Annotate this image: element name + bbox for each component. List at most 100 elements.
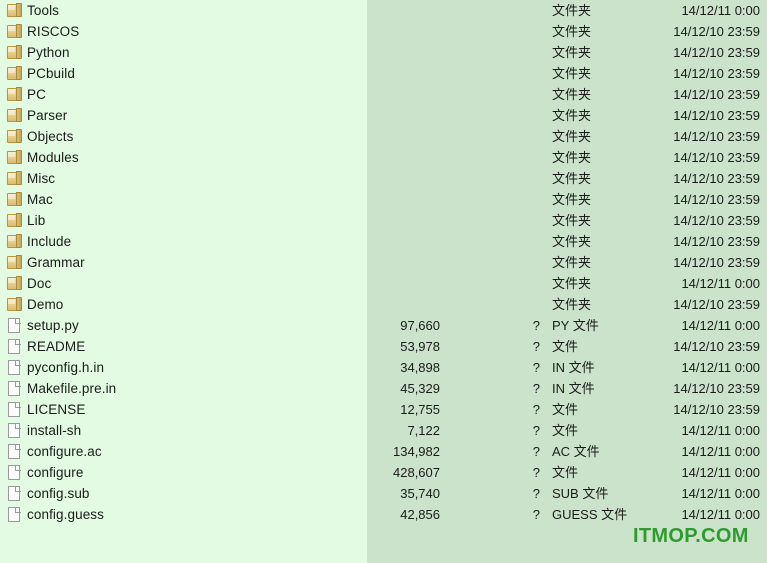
unknown-flag-cell: ? bbox=[532, 339, 540, 354]
table-row[interactable]: Objects 文件夹 14/12/10 23:59 bbox=[0, 126, 767, 147]
file-name-cell: LICENSE bbox=[27, 402, 86, 417]
file-type-cell: 文件夹 bbox=[552, 255, 592, 270]
file-icon bbox=[7, 402, 23, 417]
table-row[interactable]: PCbuild 文件夹 14/12/10 23:59 bbox=[0, 63, 767, 84]
file-type-cell: 文件夹 bbox=[552, 108, 592, 123]
file-date-cell: 14/12/10 23:59 bbox=[673, 45, 760, 60]
file-date-cell: 14/12/10 23:59 bbox=[673, 234, 760, 249]
file-name-cell: configure bbox=[27, 465, 84, 480]
file-size-cell: 7,122 bbox=[407, 423, 440, 438]
table-row[interactable]: config.guess 42,856? GUESS 文件 14/12/11 0:00 bbox=[0, 504, 767, 525]
file-type-cell: 文件夹 bbox=[552, 192, 592, 207]
table-row[interactable]: pyconfig.h.in 34,898? IN 文件 14/12/11 0:00 bbox=[0, 357, 767, 378]
file-name-cell: Objects bbox=[27, 129, 74, 144]
file-name-cell: Misc bbox=[27, 171, 56, 186]
unknown-flag-cell: ? bbox=[532, 360, 540, 375]
file-icon bbox=[7, 507, 23, 522]
table-row[interactable]: README 53,978? 文件 14/12/10 23:59 bbox=[0, 336, 767, 357]
file-size-cell: 45,329 bbox=[400, 381, 440, 396]
folder-icon bbox=[7, 171, 23, 186]
table-row[interactable]: Misc 文件夹 14/12/10 23:59 bbox=[0, 168, 767, 189]
file-name-cell: Mac bbox=[27, 192, 53, 207]
file-name-cell: README bbox=[27, 339, 86, 354]
table-row[interactable]: Doc 文件夹 14/12/11 0:00 bbox=[0, 273, 767, 294]
file-list-pane[interactable]: Tools 文件夹 14/12/11 0:00 RISCOS 文件夹 14/12/10 2… bbox=[0, 0, 767, 563]
folder-icon bbox=[7, 66, 23, 81]
file-icon bbox=[7, 381, 23, 396]
file-size-cell: 12,755 bbox=[400, 402, 440, 417]
file-type-cell: 文件 bbox=[552, 423, 579, 438]
watermark: ITMOP.COM bbox=[633, 525, 749, 547]
file-date-cell: 14/12/10 23:59 bbox=[673, 381, 760, 396]
table-row[interactable]: install-sh 7,122? 文件 14/12/11 0:00 bbox=[0, 420, 767, 441]
file-type-cell: IN 文件 bbox=[552, 360, 595, 375]
file-date-cell: 14/12/10 23:59 bbox=[673, 402, 760, 417]
table-row[interactable]: RISCOS 文件夹 14/12/10 23:59 bbox=[0, 21, 767, 42]
table-row[interactable]: Tools 文件夹 14/12/11 0:00 bbox=[0, 0, 767, 21]
file-type-cell: AC 文件 bbox=[552, 444, 600, 459]
file-type-cell: 文件夹 bbox=[552, 213, 592, 228]
folder-icon bbox=[7, 87, 23, 102]
table-row[interactable]: configure.ac 134,982? AC 文件 14/12/11 0:00 bbox=[0, 441, 767, 462]
file-icon bbox=[7, 444, 23, 459]
file-size-cell: 42,856 bbox=[400, 507, 440, 522]
file-date-cell: 14/12/10 23:59 bbox=[673, 87, 760, 102]
table-row[interactable]: Lib 文件夹 14/12/10 23:59 bbox=[0, 210, 767, 231]
table-row[interactable]: Makefile.pre.in 45,329? IN 文件 14/12/10 23:5… bbox=[0, 378, 767, 399]
file-name-cell: RISCOS bbox=[27, 24, 80, 39]
file-date-cell: 14/12/11 0:00 bbox=[681, 465, 760, 480]
file-size-cell: 35,740 bbox=[400, 486, 440, 501]
table-row[interactable]: Modules 文件夹 14/12/10 23:59 bbox=[0, 147, 767, 168]
table-row[interactable]: Demo 文件夹 14/12/10 23:59 bbox=[0, 294, 767, 315]
file-size-cell: 134,982 bbox=[393, 444, 440, 459]
table-row[interactable]: setup.py 97,660? PY 文件 14/12/11 0:00 bbox=[0, 315, 767, 336]
table-row[interactable]: Grammar 文件夹 14/12/10 23:59 bbox=[0, 252, 767, 273]
file-name-cell: Include bbox=[27, 234, 72, 249]
file-size-cell: 53,978 bbox=[400, 339, 440, 354]
unknown-flag-cell: ? bbox=[532, 402, 540, 417]
file-type-cell: 文件夹 bbox=[552, 24, 592, 39]
file-date-cell: 14/12/10 23:59 bbox=[673, 339, 760, 354]
file-size-cell: 34,898 bbox=[400, 360, 440, 375]
file-date-cell: 14/12/11 0:00 bbox=[681, 318, 760, 333]
table-row[interactable]: Python 文件夹 14/12/10 23:59 bbox=[0, 42, 767, 63]
table-row[interactable]: config.sub 35,740? SUB 文件 14/12/11 0:00 bbox=[0, 483, 767, 504]
file-name-cell: Modules bbox=[27, 150, 79, 165]
folder-icon bbox=[7, 276, 23, 291]
file-date-cell: 14/12/11 0:00 bbox=[681, 486, 760, 501]
file-type-cell: 文件夹 bbox=[552, 171, 592, 186]
file-type-cell: 文件夹 bbox=[552, 3, 592, 18]
table-row[interactable]: Mac 文件夹 14/12/10 23:59 bbox=[0, 189, 767, 210]
file-date-cell: 14/12/10 23:59 bbox=[673, 108, 760, 123]
file-list-rows[interactable]: Tools 文件夹 14/12/11 0:00 RISCOS 文件夹 14/12/10 2… bbox=[0, 0, 767, 563]
table-row[interactable]: LICENSE 12,755? 文件 14/12/10 23:59 bbox=[0, 399, 767, 420]
table-row[interactable]: Include 文件夹 14/12/10 23:59 bbox=[0, 231, 767, 252]
table-row[interactable]: PC 文件夹 14/12/10 23:59 bbox=[0, 84, 767, 105]
file-icon bbox=[7, 486, 23, 501]
file-icon bbox=[7, 360, 23, 375]
file-name-cell: Parser bbox=[27, 108, 68, 123]
unknown-flag-cell: ? bbox=[532, 381, 540, 396]
file-name-cell: Tools bbox=[27, 3, 60, 18]
file-date-cell: 14/12/11 0:00 bbox=[681, 507, 760, 522]
file-date-cell: 14/12/11 0:00 bbox=[681, 423, 760, 438]
file-date-cell: 14/12/11 0:00 bbox=[681, 444, 760, 459]
unknown-flag-cell: ? bbox=[532, 423, 540, 438]
table-row[interactable]: Parser 文件夹 14/12/10 23:59 bbox=[0, 105, 767, 126]
file-icon bbox=[7, 423, 23, 438]
file-date-cell: 14/12/10 23:59 bbox=[673, 129, 760, 144]
table-row[interactable]: configure 428,607? 文件 14/12/11 0:00 bbox=[0, 462, 767, 483]
folder-icon bbox=[7, 213, 23, 228]
file-icon bbox=[7, 339, 23, 354]
file-date-cell: 14/12/11 0:00 bbox=[681, 360, 760, 375]
file-name-cell: PCbuild bbox=[27, 66, 75, 81]
folder-icon bbox=[7, 45, 23, 60]
unknown-flag-cell: ? bbox=[532, 444, 540, 459]
folder-icon bbox=[7, 255, 23, 270]
file-name-cell: install-sh bbox=[27, 423, 82, 438]
folder-icon bbox=[7, 192, 23, 207]
file-size-cell: 97,660 bbox=[400, 318, 440, 333]
file-type-cell: 文件夹 bbox=[552, 234, 592, 249]
file-type-cell: 文件夹 bbox=[552, 45, 592, 60]
file-name-cell: config.guess bbox=[27, 507, 104, 522]
